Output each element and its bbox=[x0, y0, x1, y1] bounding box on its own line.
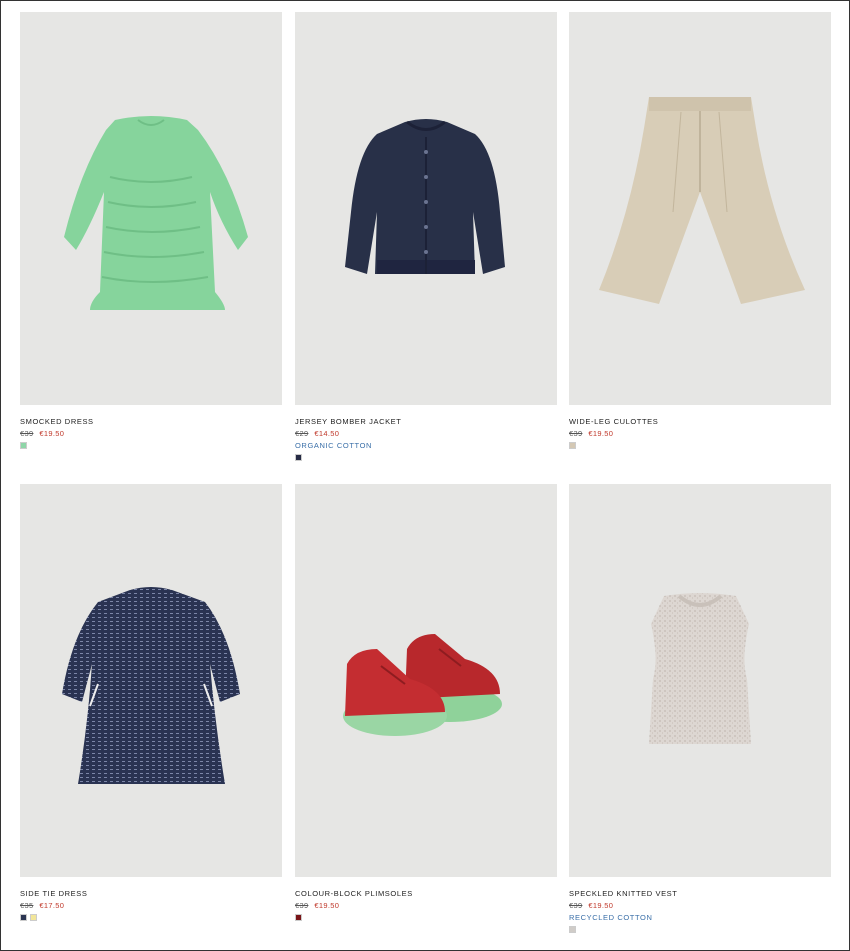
sale-price: €17.50 bbox=[39, 901, 65, 910]
color-swatches bbox=[569, 926, 831, 933]
color-swatch[interactable] bbox=[295, 454, 302, 461]
color-swatches bbox=[569, 442, 831, 449]
product-image-knitted-vest[interactable] bbox=[569, 484, 831, 877]
color-swatches bbox=[295, 914, 557, 921]
product-prices: €39 €19.50 bbox=[20, 429, 282, 438]
product-image-side-tie-dress[interactable] bbox=[20, 484, 282, 877]
product-image-smocked-dress[interactable] bbox=[20, 12, 282, 405]
product-prices: €39 €19.50 bbox=[295, 901, 557, 910]
product-name[interactable]: SIDE TIE DRESS bbox=[20, 889, 282, 898]
product-prices: €29 €14.50 bbox=[295, 429, 557, 438]
color-swatches bbox=[20, 442, 282, 449]
color-swatch[interactable] bbox=[30, 914, 37, 921]
product-card[interactable]: JERSEY BOMBER JACKET €29 €14.50 ORGANIC C… bbox=[295, 12, 557, 461]
product-image-plimsoles[interactable] bbox=[295, 484, 557, 877]
color-swatch[interactable] bbox=[569, 926, 576, 933]
color-swatch[interactable] bbox=[20, 442, 27, 449]
color-swatch[interactable] bbox=[569, 442, 576, 449]
product-prices: €39 €19.50 bbox=[569, 901, 831, 910]
original-price: €35 bbox=[20, 901, 34, 910]
original-price: €39 bbox=[569, 429, 583, 438]
sale-price: €19.50 bbox=[39, 429, 65, 438]
sale-price: €19.50 bbox=[314, 901, 340, 910]
product-card[interactable]: WIDE-LEG CULOTTES €39 €19.50 bbox=[569, 12, 831, 449]
original-price: €29 bbox=[295, 429, 309, 438]
product-prices: €35 €17.50 bbox=[20, 901, 282, 910]
color-swatch[interactable] bbox=[20, 914, 27, 921]
product-grid: SMOCKED DRESS €39 €19.50 JERSEY BOMBER JA… bbox=[0, 0, 850, 951]
original-price: €39 bbox=[569, 901, 583, 910]
color-swatch[interactable] bbox=[295, 914, 302, 921]
product-image-culottes[interactable] bbox=[569, 12, 831, 405]
product-name[interactable]: COLOUR-BLOCK PLIMSOLES bbox=[295, 889, 557, 898]
product-name[interactable]: SPECKLED KNITTED VEST bbox=[569, 889, 831, 898]
original-price: €39 bbox=[20, 429, 34, 438]
original-price: €39 bbox=[295, 901, 309, 910]
product-image-bomber-jacket[interactable] bbox=[295, 12, 557, 405]
sale-price: €14.50 bbox=[314, 429, 340, 438]
material-tag: ORGANIC COTTON bbox=[295, 441, 373, 450]
color-swatches bbox=[20, 914, 282, 921]
color-swatches bbox=[295, 454, 557, 461]
product-name[interactable]: WIDE-LEG CULOTTES bbox=[569, 417, 831, 426]
product-name[interactable]: JERSEY BOMBER JACKET bbox=[295, 417, 557, 426]
product-card[interactable]: COLOUR-BLOCK PLIMSOLES €39 €19.50 bbox=[295, 484, 557, 921]
product-card[interactable]: SPECKLED KNITTED VEST €39 €19.50 RECYCLED… bbox=[569, 484, 831, 933]
product-card[interactable]: SIDE TIE DRESS €35 €17.50 bbox=[20, 484, 282, 921]
sale-price: €19.50 bbox=[588, 429, 614, 438]
product-card[interactable]: SMOCKED DRESS €39 €19.50 bbox=[20, 12, 282, 449]
material-tag: RECYCLED COTTON bbox=[569, 913, 653, 922]
product-prices: €39 €19.50 bbox=[569, 429, 831, 438]
sale-price: €19.50 bbox=[588, 901, 614, 910]
product-name[interactable]: SMOCKED DRESS bbox=[20, 417, 282, 426]
